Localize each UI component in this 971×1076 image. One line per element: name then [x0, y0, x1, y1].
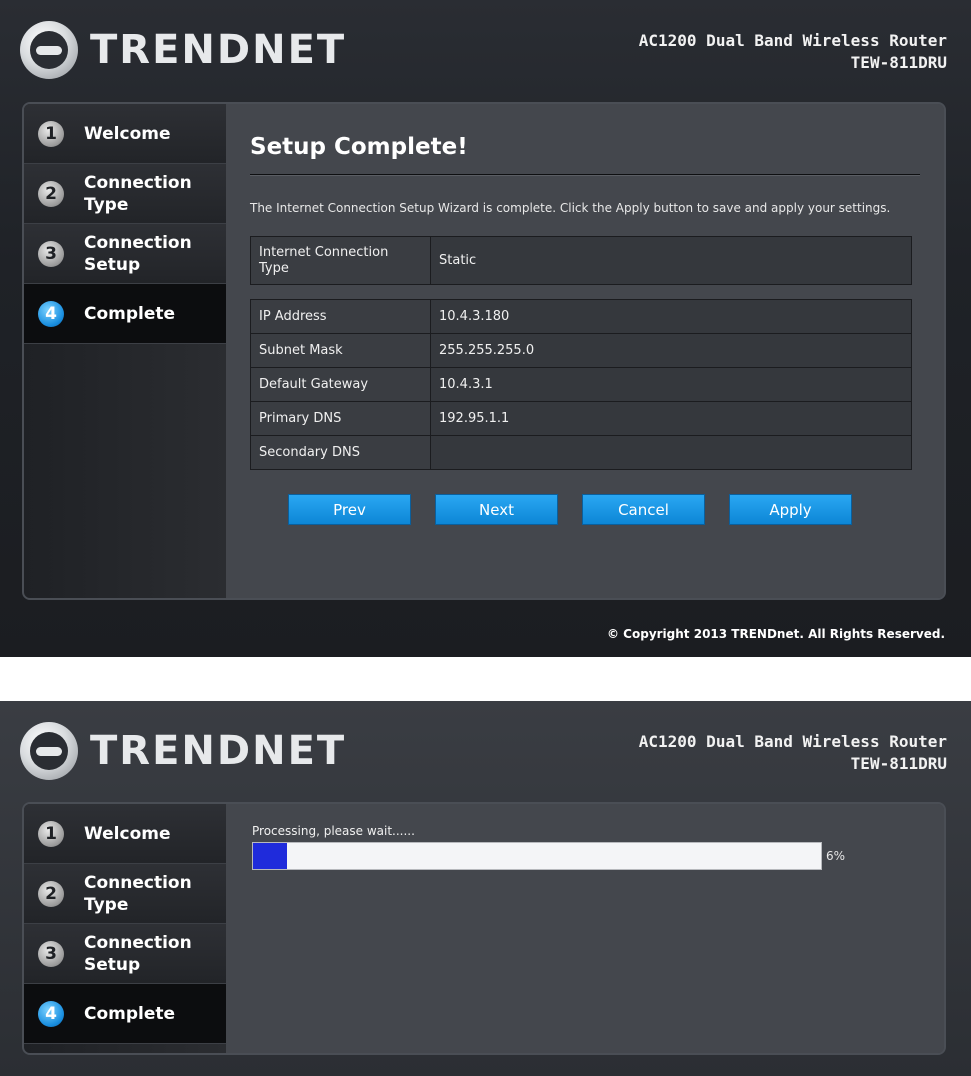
step-number-badge: 3 — [38, 240, 64, 267]
next-button[interactable]: Next — [435, 494, 558, 525]
step-label: Connection Setup — [84, 932, 192, 975]
page-title: Setup Complete! — [250, 134, 468, 160]
step-connection-type: 2 Connection Type — [24, 164, 226, 224]
step-number-badge: 4 — [38, 1000, 64, 1027]
step-label: Complete — [84, 1003, 176, 1024]
progress-percent: 6% — [826, 849, 846, 863]
table-row: Internet Connection Type Static — [250, 236, 912, 285]
field-value — [430, 435, 912, 470]
trendnet-logo: TRENDNET — [20, 20, 346, 80]
cancel-button[interactable]: Cancel — [582, 494, 705, 525]
wizard-steps-sidebar: 1 Welcome 2 Connection Type 3 Connection… — [24, 804, 238, 1053]
field-value: Static — [430, 236, 912, 285]
step-connection-setup: 3 Connection Setup — [24, 224, 226, 284]
field-label: Default Gateway — [250, 367, 431, 402]
step-connection-setup: 3 Connection Setup — [24, 924, 226, 984]
table-row: Primary DNS 192.95.1.1 — [250, 401, 912, 436]
router-model: AC1200 Dual Band Wireless Router TEW-811… — [639, 30, 947, 74]
wizard-panel: 1 Welcome 2 Connection Type 3 Connection… — [22, 102, 946, 600]
field-value: 10.4.3.180 — [430, 299, 912, 334]
step-welcome: 1 Welcome — [24, 804, 226, 864]
wizard-content: Processing, please wait...... 6% — [226, 804, 944, 1053]
table-row: IP Address 10.4.3.180 — [250, 299, 912, 334]
field-value: 192.95.1.1 — [430, 401, 912, 436]
trendnet-logo-icon — [20, 21, 78, 79]
trendnet-logo: TRENDNET — [20, 721, 346, 781]
step-welcome: 1 Welcome — [24, 104, 226, 164]
model-number: TEW-811DRU — [850, 754, 947, 773]
router-model: AC1200 Dual Band Wireless Router TEW-811… — [639, 731, 947, 775]
wizard-content: Setup Complete! The Internet Connection … — [226, 104, 944, 598]
logo-text: TRENDNET — [90, 728, 347, 774]
step-number-badge: 1 — [38, 820, 64, 847]
connection-type-table: Internet Connection Type Static — [250, 236, 912, 285]
progress-bar — [252, 842, 822, 870]
intro-text: The Internet Connection Setup Wizard is … — [250, 201, 891, 215]
progress-bar-fill — [253, 843, 288, 869]
step-label: Complete — [84, 303, 176, 324]
connection-settings-table: IP Address 10.4.3.180 Subnet Mask 255.25… — [250, 299, 912, 470]
copyright-text: © Copyright 2013 TRENDnet. All Rights Re… — [607, 627, 945, 641]
field-label: IP Address — [250, 299, 431, 334]
field-label: Internet Connection Type — [250, 236, 431, 285]
step-number-badge: 3 — [38, 940, 64, 967]
apply-button[interactable]: Apply — [729, 494, 852, 525]
processing-screen: TRENDNET AC1200 Dual Band Wireless Route… — [0, 701, 971, 1076]
step-complete: 4 Complete — [24, 984, 238, 1044]
table-row: Secondary DNS — [250, 435, 912, 470]
step-connection-type: 2 Connection Type — [24, 864, 226, 924]
step-label: Welcome — [84, 123, 171, 144]
model-name: AC1200 Dual Band Wireless Router — [638, 732, 947, 751]
field-label: Secondary DNS — [250, 435, 431, 470]
step-number-badge: 1 — [38, 120, 64, 147]
logo-text: TRENDNET — [90, 27, 347, 73]
field-label: Primary DNS — [250, 401, 431, 436]
field-label: Subnet Mask — [250, 333, 431, 368]
wizard-panel: 1 Welcome 2 Connection Type 3 Connection… — [22, 802, 946, 1055]
title-divider — [250, 174, 920, 176]
trendnet-logo-icon — [20, 722, 78, 780]
table-row: Default Gateway 10.4.3.1 — [250, 367, 912, 402]
wizard-steps-sidebar: 1 Welcome 2 Connection Type 3 Connection… — [24, 104, 238, 598]
model-name: AC1200 Dual Band Wireless Router — [638, 31, 947, 50]
step-label: Connection Type — [84, 172, 192, 215]
prev-button[interactable]: Prev — [288, 494, 411, 525]
setup-complete-screen: TRENDNET AC1200 Dual Band Wireless Route… — [0, 0, 971, 657]
step-number-badge: 2 — [38, 180, 64, 207]
field-value: 10.4.3.1 — [430, 367, 912, 402]
table-row: Subnet Mask 255.255.255.0 — [250, 333, 912, 368]
wizard-buttons: Prev Next Cancel Apply — [288, 494, 920, 525]
step-number-badge: 4 — [38, 300, 64, 327]
field-value: 255.255.255.0 — [430, 333, 912, 368]
step-complete: 4 Complete — [24, 284, 238, 344]
processing-message: Processing, please wait...... — [252, 824, 415, 838]
step-number-badge: 2 — [38, 880, 64, 907]
step-label: Connection Setup — [84, 232, 192, 275]
progress-row: 6% — [252, 842, 920, 870]
step-label: Connection Type — [84, 872, 192, 915]
step-label: Welcome — [84, 823, 171, 844]
model-number: TEW-811DRU — [850, 53, 947, 72]
